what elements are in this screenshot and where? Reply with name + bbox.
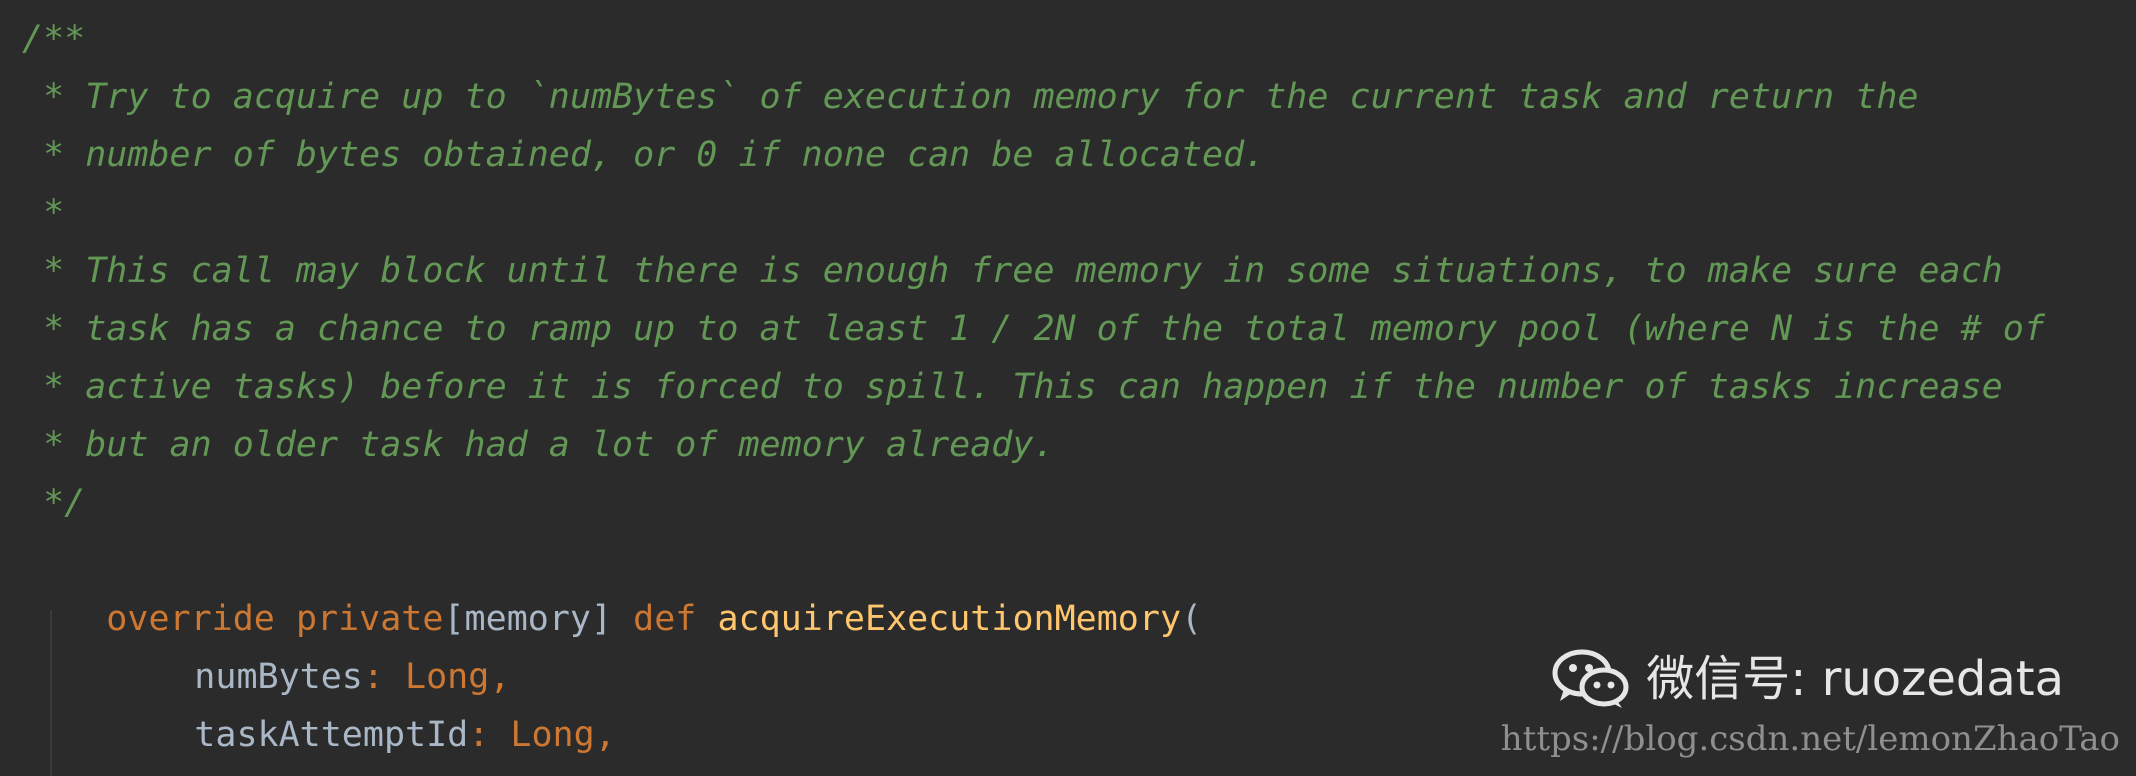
param-line: taskAttemptId: Long, bbox=[110, 648, 615, 755]
param-line: memoryMode: MemoryMode): Long = synchron… bbox=[110, 706, 1163, 776]
comment-line: * active tasks) before it is forced to s… bbox=[22, 367, 2003, 407]
def-keyword: def bbox=[633, 599, 697, 639]
indent-guide bbox=[50, 610, 52, 776]
comment-line: /** bbox=[22, 19, 86, 59]
code-editor[interactable]: /** * Try to acquire up to `numBytes` of… bbox=[0, 0, 2136, 776]
method-signature-line: override private[memory] def acquireExec… bbox=[22, 532, 1202, 639]
wechat-icon bbox=[1552, 649, 1629, 708]
watermark: 微信号: ruozedata https://blog.csdn.net/lem… bbox=[1400, 644, 2120, 764]
paren-open: ( bbox=[1181, 599, 1203, 639]
wechat-label: 微信号: ruozedata bbox=[1646, 651, 2064, 707]
comment-line: * Try to acquire up to `numBytes` of exe… bbox=[22, 77, 1919, 117]
comment-line: */ bbox=[22, 483, 86, 523]
comment-line: * This call may block until there is eno… bbox=[22, 251, 2003, 291]
method-name: acquireExecutionMemory bbox=[717, 599, 1182, 639]
comment-line: * number of bytes obtained, or 0 if none… bbox=[22, 135, 1266, 175]
comment-line: * but an older task had a lot of memory … bbox=[22, 425, 1055, 465]
comment-line: * task has a chance to ramp up to at lea… bbox=[22, 309, 2045, 349]
wechat-watermark: 微信号: ruozedata bbox=[1552, 644, 2064, 714]
bracket-close: ] bbox=[590, 599, 613, 639]
param-line: numBytes: Long, bbox=[110, 590, 510, 697]
csdn-url: https://blog.csdn.net/lemonZhaoTao bbox=[1500, 719, 2120, 759]
comment-line: * bbox=[22, 193, 65, 233]
